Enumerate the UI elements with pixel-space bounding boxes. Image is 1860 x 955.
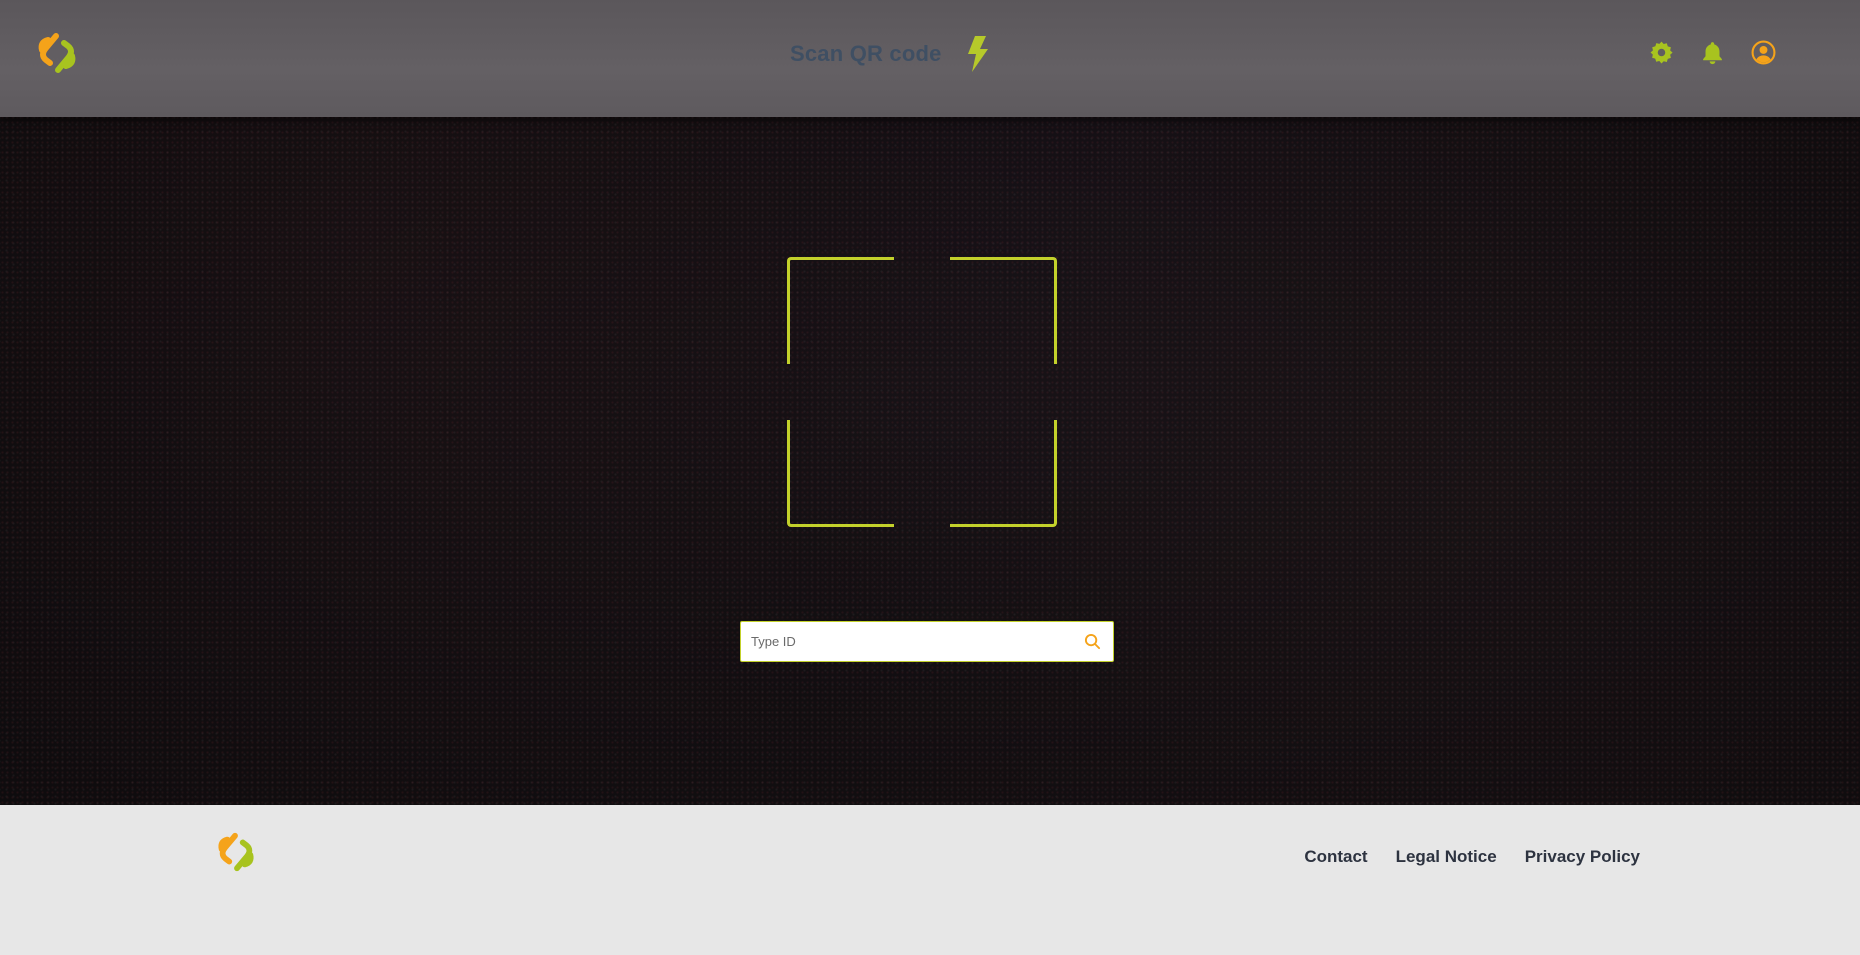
page-footer: Contact Legal Notice Privacy Policy bbox=[0, 805, 1860, 955]
header-actions bbox=[1649, 40, 1776, 65]
footer-link-privacy-policy[interactable]: Privacy Policy bbox=[1525, 847, 1640, 867]
id-search-box bbox=[740, 621, 1114, 662]
bell-icon[interactable] bbox=[1700, 40, 1725, 65]
scan-frame-corner-top-right bbox=[950, 257, 1057, 364]
scan-frame-corner-bottom-left bbox=[787, 420, 894, 527]
user-circle-icon[interactable] bbox=[1751, 40, 1776, 65]
brand-logo[interactable] bbox=[214, 830, 258, 874]
gear-icon[interactable] bbox=[1649, 40, 1674, 65]
scan-frame bbox=[787, 257, 1057, 527]
page-title: Scan QR code bbox=[790, 41, 942, 66]
lightning-bolt-icon[interactable] bbox=[966, 36, 990, 72]
top-header: Scan QR code bbox=[0, 0, 1860, 117]
footer-link-legal-notice[interactable]: Legal Notice bbox=[1396, 847, 1497, 867]
footer-link-contact[interactable]: Contact bbox=[1304, 847, 1367, 867]
search-icon[interactable] bbox=[1084, 633, 1101, 650]
scan-frame-corner-top-left bbox=[787, 257, 894, 364]
footer-links: Contact Legal Notice Privacy Policy bbox=[1304, 847, 1640, 867]
header-title-group: Scan QR code bbox=[790, 36, 990, 72]
id-search-input[interactable] bbox=[741, 622, 1061, 661]
scan-frame-corner-bottom-right bbox=[950, 420, 1057, 527]
brand-logo[interactable] bbox=[34, 30, 80, 76]
